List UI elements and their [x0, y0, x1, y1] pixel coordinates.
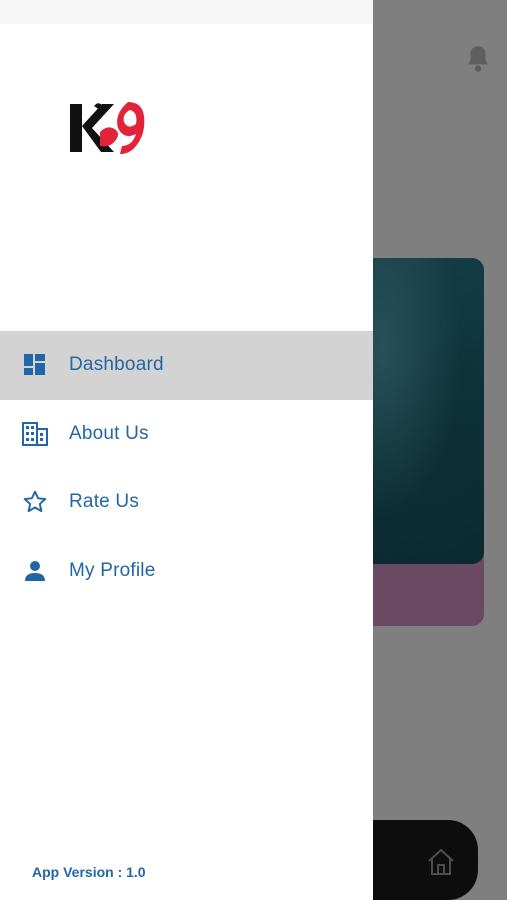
- menu-item-rate-us[interactable]: Rate Us: [0, 468, 373, 537]
- menu-item-dashboard[interactable]: Dashboard: [0, 331, 373, 400]
- drawer-status-bar: [0, 0, 373, 24]
- menu-item-about-us[interactable]: About Us: [0, 400, 373, 469]
- star-icon: [22, 489, 48, 515]
- menu-item-label: My Profile: [69, 559, 156, 581]
- menu-item-my-profile[interactable]: My Profile: [0, 537, 373, 606]
- app-version: App Version : 1.0: [32, 864, 146, 880]
- building-icon: [22, 421, 48, 447]
- dashboard-icon: [22, 352, 48, 378]
- menu-item-label: Rate Us: [69, 491, 140, 513]
- k9-logo: [70, 102, 145, 154]
- navigation-drawer: Dashboard About Us Rate Us My Profile Ap…: [0, 0, 373, 900]
- menu-item-label: Dashboard: [69, 354, 164, 376]
- person-icon: [22, 558, 48, 584]
- menu-item-label: About Us: [69, 422, 149, 444]
- drawer-menu: Dashboard About Us Rate Us My Profile: [0, 331, 373, 605]
